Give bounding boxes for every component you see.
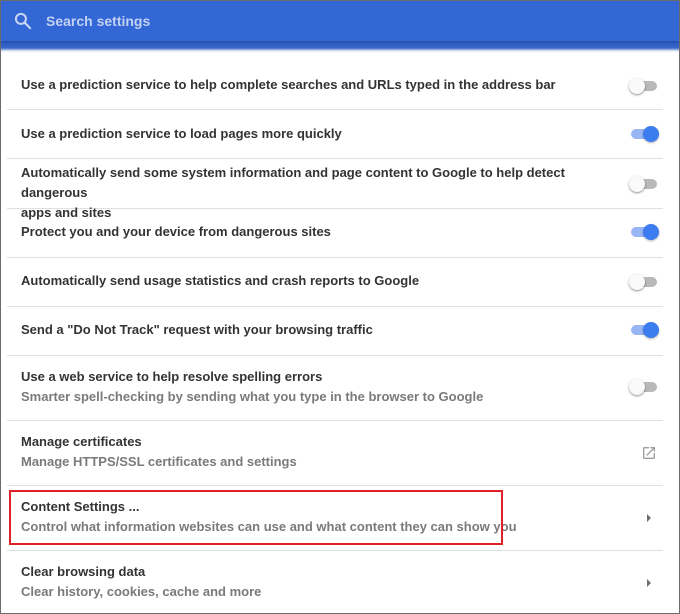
- row-title: Use a prediction service to load pages m…: [21, 126, 342, 141]
- row-subtitle: Smarter spell-checking by sending what y…: [21, 389, 484, 404]
- row-spelling-service[interactable]: Use a web service to help resolve spelli…: [7, 356, 663, 421]
- toggle-switch[interactable]: [629, 379, 659, 395]
- search-input[interactable]: [46, 10, 406, 32]
- search-icon[interactable]: [13, 11, 33, 31]
- toggle-switch[interactable]: [629, 224, 659, 240]
- highlight-box: [9, 490, 503, 545]
- row-subtitle: Manage HTTPS/SSL certificates and settin…: [21, 454, 297, 469]
- toggle-knob: [643, 224, 659, 240]
- toggle-knob: [629, 78, 645, 94]
- toggle-switch[interactable]: [629, 322, 659, 338]
- toggle-knob: [643, 322, 659, 338]
- toggle-knob: [629, 176, 645, 192]
- toggle-switch[interactable]: [629, 126, 659, 142]
- toggle-switch[interactable]: [629, 78, 659, 94]
- row-title: Use a web service to help resolve spelli…: [21, 369, 323, 384]
- header-shadow: [1, 41, 679, 53]
- row-manage-certificates[interactable]: Manage certificates Manage HTTPS/SSL cer…: [7, 421, 663, 486]
- settings-window: Use a prediction service to help complet…: [0, 0, 680, 614]
- row-do-not-track[interactable]: Send a "Do Not Track" request with your …: [7, 307, 663, 356]
- row-prediction-search[interactable]: Use a prediction service to help complet…: [7, 61, 663, 110]
- row-title: Protect you and your device from dangero…: [21, 224, 331, 239]
- search-header: [1, 1, 679, 41]
- toggle-knob: [629, 274, 645, 290]
- row-title: Use a prediction service to help complet…: [21, 77, 556, 92]
- chevron-right-icon[interactable]: [645, 578, 653, 588]
- toggle-switch[interactable]: [629, 176, 659, 192]
- toggle-knob: [629, 379, 645, 395]
- row-title: Manage certificates: [21, 434, 142, 449]
- row-title: Send a "Do Not Track" request with your …: [21, 322, 373, 337]
- row-clear-browsing-data[interactable]: Clear browsing data Clear history, cooki…: [7, 551, 663, 613]
- chevron-right-icon[interactable]: [645, 513, 653, 523]
- external-link-icon[interactable]: [641, 445, 657, 461]
- row-title: Automatically send some system informati…: [21, 165, 565, 200]
- toggle-knob: [643, 126, 659, 142]
- row-usage-statistics[interactable]: Automatically send usage statistics and …: [7, 258, 663, 307]
- toggle-switch[interactable]: [629, 274, 659, 290]
- row-safe-browsing-report[interactable]: Automatically send some system informati…: [7, 159, 663, 220]
- row-protect-device[interactable]: Protect you and your device from dangero…: [7, 209, 663, 258]
- row-subtitle: Clear history, cookies, cache and more: [21, 584, 262, 599]
- row-prediction-load[interactable]: Use a prediction service to load pages m…: [7, 110, 663, 159]
- row-title: Clear browsing data: [21, 564, 146, 579]
- row-title: Automatically send usage statistics and …: [21, 273, 420, 288]
